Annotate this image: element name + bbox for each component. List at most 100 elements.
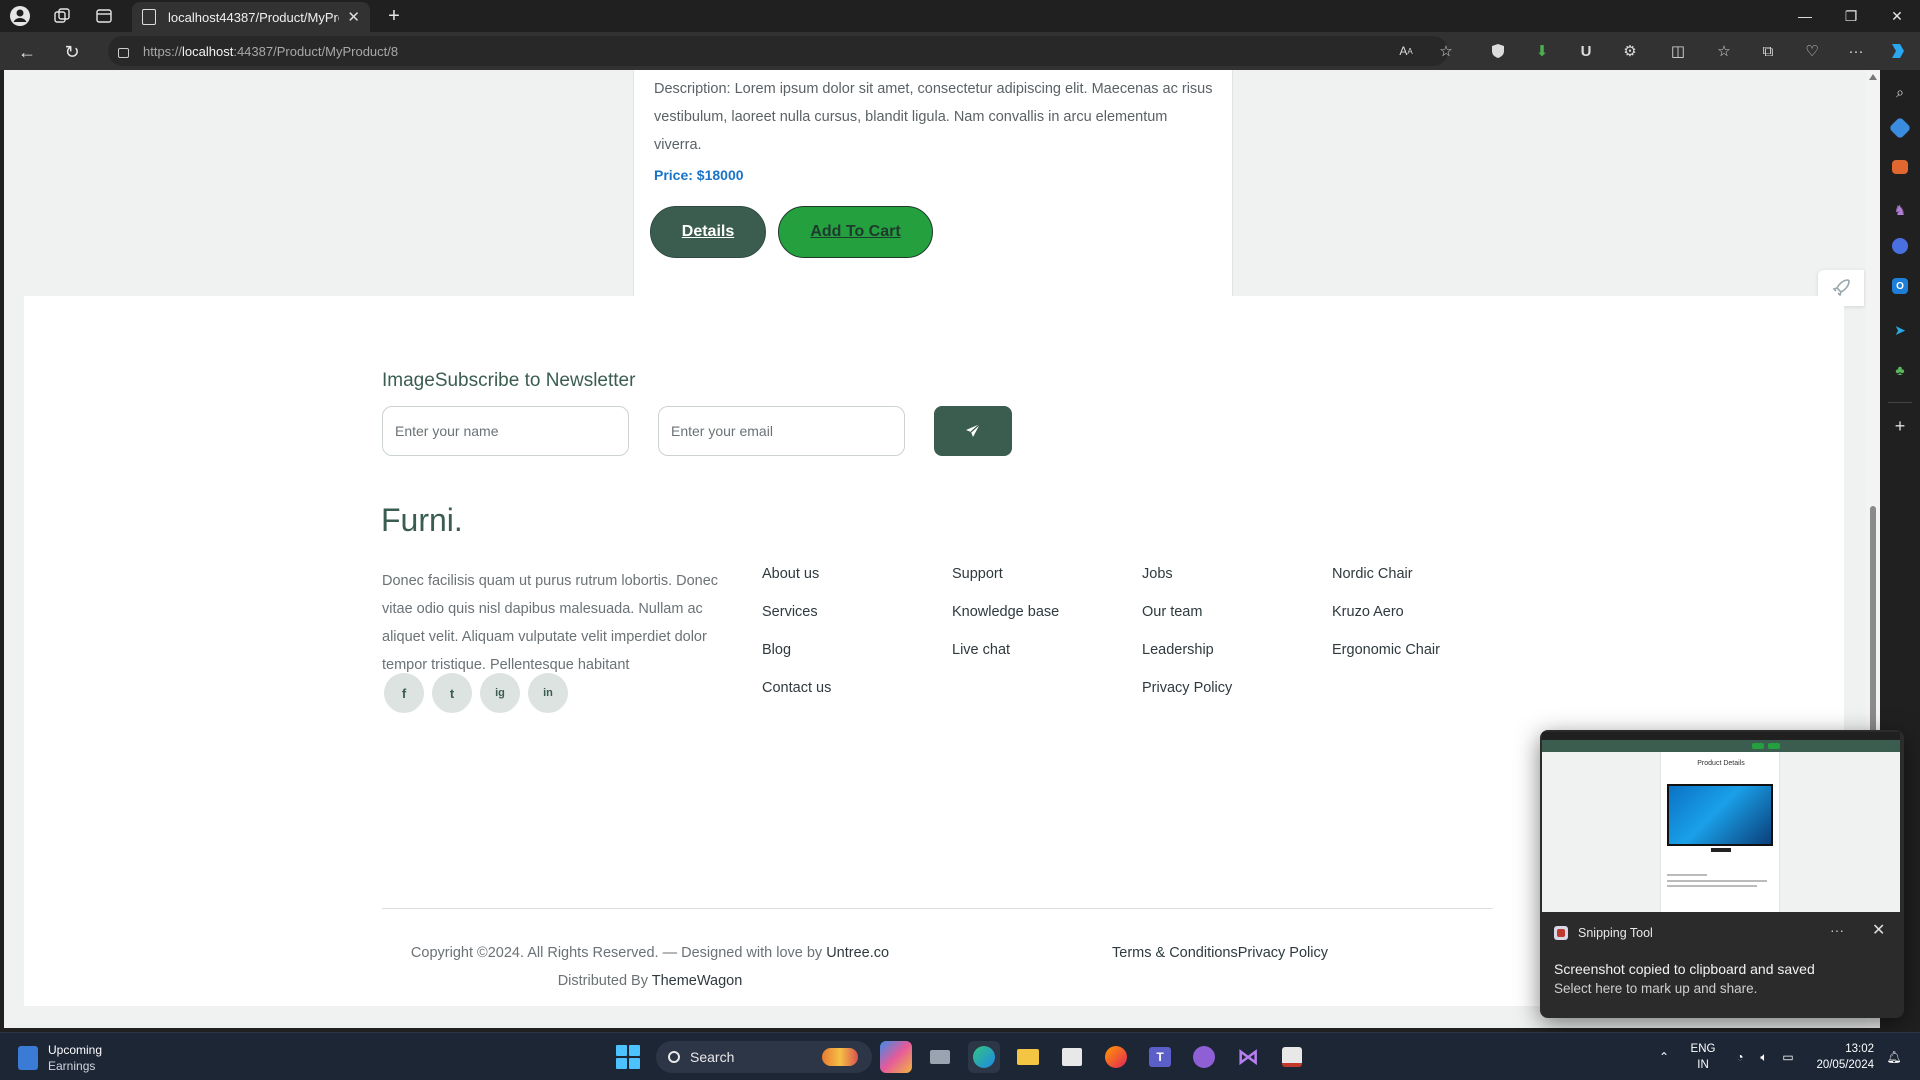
- toast-app-label: Snipping Tool: [1554, 926, 1653, 940]
- new-tab-button[interactable]: +: [382, 4, 406, 28]
- privacy-policy-link[interactable]: Privacy Policy: [1238, 945, 1328, 961]
- address-bar[interactable]: https://localhost:44387/Product/MyProduc…: [108, 36, 1448, 66]
- footer-brand-logo[interactable]: Furni.: [381, 502, 463, 539]
- scroll-up-arrow[interactable]: [1869, 74, 1877, 80]
- terms-link[interactable]: Terms & Conditions: [1112, 945, 1238, 961]
- browser-essentials-icon[interactable]: ♡: [1800, 39, 1824, 63]
- footer-link-blog[interactable]: Blog: [762, 640, 831, 678]
- favorite-star-icon[interactable]: ☆: [1434, 39, 1458, 63]
- favorites-icon[interactable]: ☆: [1712, 39, 1736, 63]
- copilot-sidebar-icon[interactable]: [1892, 238, 1908, 254]
- newsletter-email-input[interactable]: Enter your email: [658, 406, 905, 456]
- toast-sub-message: Select here to mark up and share.: [1554, 981, 1758, 996]
- collections-icon[interactable]: ⧉: [1756, 39, 1780, 63]
- paper-plane-icon: [966, 423, 981, 437]
- name-placeholder: Enter your name: [395, 423, 499, 439]
- footer-link-jobs[interactable]: Jobs: [1142, 564, 1232, 602]
- themewagon-link[interactable]: ThemeWagon: [652, 973, 743, 989]
- shopping-tag-icon[interactable]: [1888, 116, 1912, 140]
- settings-more-icon[interactable]: ···: [1844, 39, 1868, 63]
- windows-taskbar: Upcoming Earnings Search T ⋈ ⌃ ENG IN ◔ …: [0, 1032, 1920, 1080]
- screenshot-thumbnail[interactable]: Product Details: [1542, 732, 1900, 912]
- newsletter-heading: ImageSubscribe to Newsletter: [382, 370, 635, 392]
- split-screen-icon[interactable]: ◫: [1666, 39, 1690, 63]
- toast-close-icon[interactable]: ✕: [1872, 920, 1885, 940]
- task-view-icon[interactable]: [924, 1041, 956, 1073]
- newsletter-name-input[interactable]: Enter your name: [382, 406, 629, 456]
- volume-icon[interactable]: 🔈︎: [1752, 1033, 1776, 1080]
- untree-link[interactable]: Untree.co: [826, 945, 889, 961]
- footer-link-about[interactable]: About us: [762, 564, 831, 602]
- download-extension-icon[interactable]: ⬇: [1530, 39, 1554, 63]
- linkedin-icon[interactable]: in: [528, 673, 568, 713]
- copilot-icon[interactable]: [1886, 39, 1910, 63]
- back-button[interactable]: ←: [14, 39, 40, 65]
- widgets-button[interactable]: Upcoming Earnings: [18, 1042, 102, 1074]
- teams-icon[interactable]: T: [1144, 1041, 1176, 1073]
- footer-link-support[interactable]: Support: [952, 564, 1059, 602]
- snipping-tool-notification[interactable]: Product Details Snipping Tool ··· ✕ Scre…: [1540, 730, 1904, 1018]
- footer-link-nordic-chair[interactable]: Nordic Chair: [1332, 564, 1440, 602]
- store-icon[interactable]: [1056, 1041, 1088, 1073]
- language-indicator[interactable]: ENG IN: [1686, 1041, 1720, 1073]
- wifi-icon[interactable]: ◔: [1728, 1033, 1752, 1080]
- outlook-icon[interactable]: O: [1892, 278, 1908, 294]
- footer-link-live-chat[interactable]: Live chat: [952, 640, 1059, 678]
- ublock-extension-icon[interactable]: U: [1574, 39, 1598, 63]
- restore-button[interactable]: ❐: [1828, 0, 1874, 32]
- vertical-tabs-icon[interactable]: [92, 4, 116, 28]
- details-button[interactable]: Details: [650, 206, 766, 258]
- url-text[interactable]: https://localhost:44387/Product/MyProduc…: [143, 44, 398, 59]
- taskbar-search[interactable]: Search: [656, 1041, 872, 1073]
- firefox-icon[interactable]: [1100, 1041, 1132, 1073]
- active-tab[interactable]: localhost44387/Product/MyProd ✕: [132, 2, 370, 32]
- refresh-button[interactable]: ↻: [59, 39, 85, 65]
- footer-link-contact[interactable]: Contact us: [762, 678, 831, 716]
- send-icon[interactable]: ➤: [1888, 318, 1912, 342]
- shield-extension-icon[interactable]: [1486, 39, 1510, 63]
- system-clock[interactable]: 13:02 20/05/2024: [1806, 1041, 1874, 1073]
- stock-chart-icon: [18, 1046, 38, 1070]
- edge-app-icon[interactable]: [968, 1041, 1000, 1073]
- lock-icon[interactable]: [118, 48, 129, 58]
- add-to-cart-button[interactable]: Add To Cart: [778, 206, 933, 258]
- thumbnail-title: Product Details: [1697, 760, 1745, 767]
- minimize-button[interactable]: —: [1782, 0, 1828, 32]
- footer-links-col-2: Support Knowledge base Live chat: [952, 564, 1059, 678]
- games-icon[interactable]: ♞: [1888, 198, 1912, 222]
- tools-icon[interactable]: [1892, 160, 1908, 174]
- start-button[interactable]: [616, 1045, 640, 1069]
- visual-studio-icon[interactable]: ⋈: [1232, 1041, 1264, 1073]
- instagram-icon[interactable]: ig: [480, 673, 520, 713]
- snipping-tool-taskbar-icon[interactable]: [1276, 1041, 1308, 1073]
- notifications-bell-icon[interactable]: 🔔︎: [1880, 1033, 1908, 1080]
- tree-icon[interactable]: ♣: [1888, 358, 1912, 382]
- footer-link-our-team[interactable]: Our team: [1142, 602, 1232, 640]
- footer-link-leadership[interactable]: Leadership: [1142, 640, 1232, 678]
- legal-links: Terms & ConditionsPrivacy Policy: [1112, 939, 1328, 967]
- github-icon[interactable]: [1188, 1041, 1220, 1073]
- facebook-icon[interactable]: f: [384, 673, 424, 713]
- add-sidebar-icon[interactable]: +: [1888, 414, 1912, 438]
- close-window-button[interactable]: ✕: [1874, 0, 1920, 32]
- twitter-icon[interactable]: t: [432, 673, 472, 713]
- footer-link-knowledge-base[interactable]: Knowledge base: [952, 602, 1059, 640]
- copyright-line: Copyright ©2024. All Rights Reserved. — …: [410, 945, 890, 961]
- extensions-icon[interactable]: ⚙: [1618, 39, 1642, 63]
- newsletter-send-button[interactable]: [934, 406, 1012, 456]
- footer-links-col-4: Nordic Chair Kruzo Aero Ergonomic Chair: [1332, 564, 1440, 678]
- battery-icon[interactable]: ▭: [1776, 1033, 1800, 1080]
- copilot-app-icon[interactable]: [880, 1041, 912, 1073]
- footer-link-privacy[interactable]: Privacy Policy: [1142, 678, 1232, 716]
- profile-icon[interactable]: [8, 4, 32, 28]
- footer-link-kruzo-aero[interactable]: Kruzo Aero: [1332, 602, 1440, 640]
- tab-close-icon[interactable]: ✕: [347, 8, 360, 26]
- show-hidden-icons[interactable]: ⌃: [1652, 1033, 1676, 1080]
- toast-more-options[interactable]: ···: [1830, 922, 1844, 938]
- footer-link-services[interactable]: Services: [762, 602, 831, 640]
- file-explorer-icon[interactable]: [1012, 1041, 1044, 1073]
- search-icon[interactable]: ⌕: [1888, 80, 1912, 104]
- workspaces-icon[interactable]: [50, 4, 74, 28]
- read-aloud-icon[interactable]: AA: [1394, 39, 1418, 63]
- footer-link-ergonomic-chair[interactable]: Ergonomic Chair: [1332, 640, 1440, 678]
